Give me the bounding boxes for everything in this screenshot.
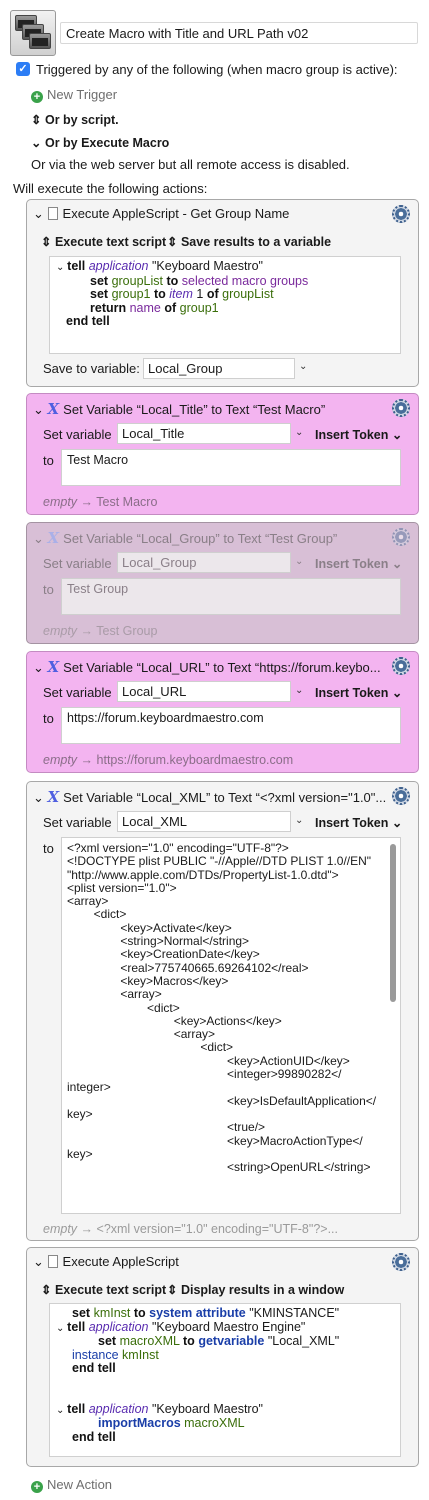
updown-icon: ⇕ [167, 1283, 178, 1297]
vertical-scrollbar[interactable] [390, 844, 396, 1002]
insert-token-menu[interactable]: Insert Token ⌄ [315, 427, 402, 442]
updown-icon: ⇕ [41, 235, 52, 249]
new-action-button[interactable]: + New Action [31, 1477, 112, 1493]
action-set-local-title[interactable]: ⌄ X Set Variable “Local_Title” to Text “T… [26, 393, 419, 515]
text-value-field[interactable]: https://forum.keyboardmaestro.com [61, 707, 401, 744]
web-server-note: Or via the web server but all remote acc… [31, 157, 350, 172]
set-variable-label: Set variable [43, 685, 112, 700]
action-header[interactable]: ⌄ X Set Variable “Local_URL” to Text “htt… [33, 658, 381, 676]
chevron-down-icon[interactable]: ⌄ [295, 427, 303, 438]
gear-icon[interactable] [392, 1253, 410, 1271]
or-by-script-disclosure[interactable]: ⇕ Or by script. [31, 112, 119, 127]
triggers-header: Triggered by any of the following (when … [36, 62, 398, 77]
or-by-execute-macro-disclosure[interactable]: ⌄ Or by Execute Macro [31, 135, 169, 150]
to-label: to [43, 582, 54, 597]
collapse-icon: ⌄ [56, 1322, 68, 1334]
script-icon [47, 1255, 58, 1268]
updown-icon: ⇕ [41, 1283, 52, 1297]
chevron-down-icon[interactable]: ⌄ [295, 685, 303, 696]
updown-icon: ⇕ [167, 235, 178, 249]
execute-text-script-popup[interactable]: ⇕ Execute text script [41, 1282, 166, 1297]
updown-icon: ⇕ [31, 113, 42, 127]
gear-icon[interactable] [392, 657, 410, 675]
collapse-icon: ⌄ [56, 262, 68, 273]
insert-token-menu[interactable]: Insert Token ⌄ [315, 685, 402, 700]
set-variable-label: Set variable [43, 556, 112, 571]
chevron-down-icon: ⌄ [391, 428, 403, 442]
value-preview: empty → Test Macro [43, 495, 158, 509]
action-header[interactable]: ⌄ X Set Variable “Local_XML” to Text “<?x… [33, 788, 386, 806]
plus-icon: + [31, 1481, 43, 1493]
value-preview: empty → <?xml version="1.0" encoding="UT… [43, 1222, 338, 1236]
gear-icon[interactable] [392, 528, 410, 546]
chevron-down-icon[interactable]: ⌄ [33, 660, 44, 675]
save-results-popup[interactable]: ⇕ Save results to a variable [167, 234, 331, 249]
insert-token-menu[interactable]: Insert Token ⌄ [315, 556, 402, 571]
variable-x-icon: X [47, 400, 60, 418]
xml-content: <?xml version="1.0" encoding="UTF-8"?> <… [67, 841, 377, 1175]
script-icon [47, 207, 58, 220]
chevron-down-icon: ⌄ [391, 686, 403, 700]
text-value-field[interactable]: Test Group [61, 578, 401, 615]
chevron-down-icon[interactable]: ⌄ [33, 790, 44, 805]
save-variable-field[interactable]: Local_Group [143, 358, 295, 379]
to-label: to [43, 711, 54, 726]
macro-icon[interactable] [10, 10, 56, 56]
set-variable-label: Set variable [43, 815, 112, 830]
action-set-local-xml[interactable]: ⌄ X Set Variable “Local_XML” to Text “<?x… [26, 781, 419, 1241]
trigger-checkbox[interactable]: ✓ [16, 62, 30, 76]
chevron-down-icon[interactable]: ⌄ [33, 206, 44, 221]
variable-x-icon: X [47, 788, 60, 806]
collapse-icon: ⌄ [56, 1404, 68, 1416]
to-label: to [43, 453, 54, 468]
chevron-down-icon[interactable]: ⌄ [295, 556, 303, 567]
chevron-down-icon[interactable]: ⌄ [33, 531, 44, 546]
text-value-field[interactable]: Test Macro [61, 449, 401, 486]
window-icon [29, 33, 51, 49]
plus-icon: + [31, 91, 43, 103]
to-label: to [43, 841, 54, 856]
variable-name-field[interactable]: Local_Title [117, 423, 291, 444]
action-header[interactable]: ⌄ X Set Variable “Local_Title” to Text “T… [33, 400, 325, 418]
execute-text-script-popup[interactable]: ⇕ Execute text script [41, 234, 166, 249]
new-trigger-button[interactable]: + New Trigger [31, 87, 117, 103]
action-set-local-group-disabled[interactable]: ⌄ X Set Variable “Local_Group” to Text “T… [26, 522, 419, 644]
chevron-down-icon: ⌄ [31, 136, 42, 150]
chevron-down-icon[interactable]: ⌄ [33, 1254, 44, 1269]
chevron-down-icon[interactable]: ⌄ [299, 361, 307, 372]
macro-title-input[interactable]: Create Macro with Title and URL Path v02 [60, 22, 418, 44]
chevron-down-icon: ⌄ [391, 816, 403, 830]
applescript-editor[interactable]: set kmInst to system attribute "KMINSTAN… [49, 1303, 401, 1457]
variable-x-icon: X [47, 658, 60, 676]
action-header[interactable]: ⌄ X Set Variable “Local_Group” to Text “T… [33, 529, 337, 547]
xml-text-field[interactable]: <?xml version="1.0" encoding="UTF-8"?> <… [61, 837, 401, 1214]
display-results-popup[interactable]: ⇕ Display results in a window [167, 1282, 344, 1297]
chevron-down-icon: ⌄ [391, 557, 403, 571]
action-header[interactable]: ⌄ Execute AppleScript - Get Group Name [33, 206, 289, 222]
chevron-down-icon[interactable]: ⌄ [33, 402, 44, 417]
gear-icon[interactable] [392, 205, 410, 223]
gear-icon[interactable] [392, 787, 410, 805]
action-applescript-get-group[interactable]: ⌄ Execute AppleScript - Get Group Name ⇕… [26, 199, 419, 387]
action-header[interactable]: ⌄ Execute AppleScript [33, 1254, 179, 1270]
action-set-local-url[interactable]: ⌄ X Set Variable “Local_URL” to Text “htt… [26, 651, 419, 773]
variable-x-icon: X [47, 529, 60, 547]
save-to-variable-label: Save to variable: [43, 361, 140, 376]
applescript-editor[interactable]: ⌄ tell application "Keyboard Maestro" se… [49, 256, 401, 354]
variable-name-field[interactable]: Local_Group [117, 552, 291, 573]
variable-name-field[interactable]: Local_URL [117, 681, 291, 702]
value-preview: empty → Test Group [43, 624, 158, 638]
actions-header: Will execute the following actions: [13, 181, 208, 196]
gear-icon[interactable] [392, 399, 410, 417]
value-preview: empty → https://forum.keyboardmaestro.co… [43, 753, 294, 767]
insert-token-menu[interactable]: Insert Token ⌄ [315, 815, 402, 830]
action-applescript-import[interactable]: ⌄ Execute AppleScript ⇕ Execute text scr… [26, 1247, 419, 1467]
variable-name-field[interactable]: Local_XML [117, 811, 291, 832]
chevron-down-icon[interactable]: ⌄ [295, 815, 303, 826]
set-variable-label: Set variable [43, 427, 112, 442]
